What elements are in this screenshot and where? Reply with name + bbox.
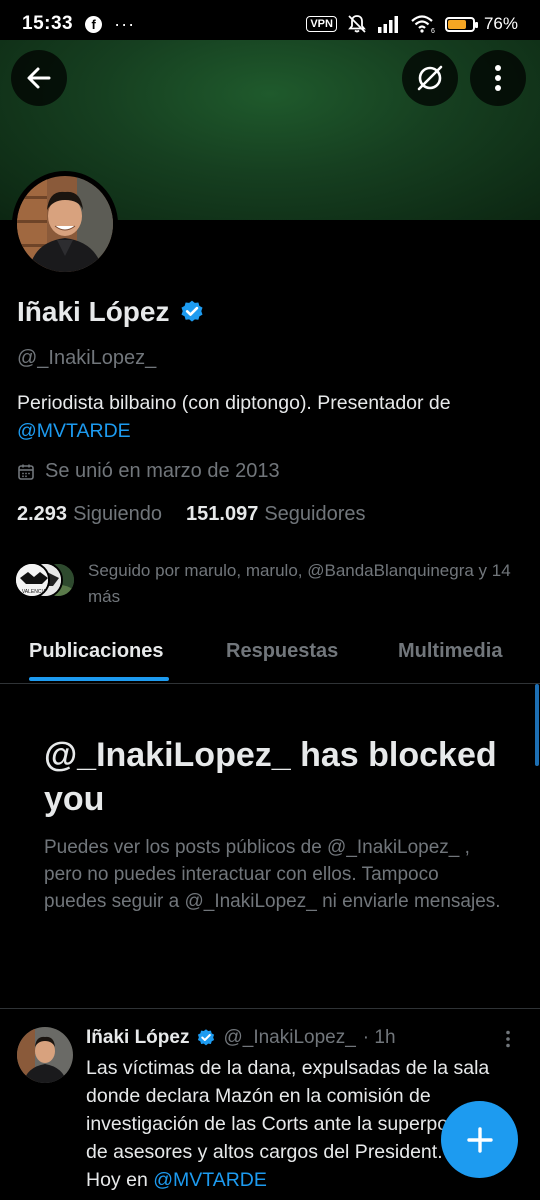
bio-mention-link[interactable]: @MVTARDE <box>17 420 131 442</box>
blocked-title: @_InakiLopez_ has blocked you <box>44 736 497 818</box>
following-count: 2.293 <box>17 503 68 525</box>
back-button[interactable] <box>11 50 67 106</box>
more-options-button[interactable] <box>470 50 526 106</box>
following-label: Siguiendo <box>73 503 163 525</box>
post-author-handle: @_InakiLopez_ <box>223 1027 356 1048</box>
post-partial-text: Hoy en <box>86 1169 154 1191</box>
post-header: Iñaki López @_InakiLopez_ · 1h <box>86 1027 396 1049</box>
battery-icon <box>444 16 478 32</box>
avatar-photo <box>17 176 113 272</box>
battery-fill <box>447 19 467 29</box>
tab-multimedia[interactable]: Multimedia <box>398 640 502 663</box>
calendar-icon <box>18 464 34 480</box>
profile-tabs: Publicaciones Respuestas Multimedia <box>0 620 540 684</box>
mute-icon <box>348 15 366 33</box>
follower-avatar: VALENCIA <box>14 562 50 598</box>
blocked-body: Puedes ver los posts públicos de @_Inaki… <box>44 837 501 912</box>
followers-link[interactable]: 151.097 Seguidores <box>186 503 365 526</box>
active-tab-indicator <box>29 677 169 681</box>
more-vertical-icon <box>506 1030 510 1048</box>
post-mention-link[interactable]: @MVTARDE <box>153 1169 267 1191</box>
facebook-notification-icon: f <box>85 15 103 33</box>
profile-avatar[interactable] <box>12 171 118 277</box>
followers-count: 151.097 <box>186 503 259 525</box>
follower-avatar-text: VALENCIA <box>22 589 47 595</box>
profile-display-name: Iñaki López <box>17 296 170 327</box>
wifi-badge: 6 <box>431 28 435 34</box>
more-notifications-icon: ··· <box>114 13 136 34</box>
post-author-avatar[interactable] <box>17 1027 73 1083</box>
profile-bio: Periodista bilbaino (con diptongo). Pres… <box>17 389 517 445</box>
verified-badge-icon <box>198 1029 215 1046</box>
post-more-button[interactable] <box>505 1030 511 1053</box>
signal-icon <box>377 16 398 33</box>
joined-text: Se unió en marzo de 2013 <box>45 460 280 482</box>
scrollbar[interactable] <box>535 684 539 766</box>
post-time: · 1h <box>362 1027 396 1048</box>
joined-date: Se unió en marzo de 2013 <box>17 460 280 483</box>
grok-button[interactable] <box>402 50 458 106</box>
followed-by-row[interactable]: VALENCIA Seguido por marulo, marulo, @Ba… <box>14 558 524 610</box>
plus-icon <box>466 1126 493 1153</box>
tab-publicaciones[interactable]: Publicaciones <box>29 640 164 663</box>
bio-text: Periodista bilbaino (con diptongo). Pres… <box>17 392 451 414</box>
verified-badge-icon[interactable] <box>179 299 205 325</box>
divider <box>0 1008 540 1009</box>
more-vertical-icon <box>495 65 501 91</box>
battery-percent: 76% <box>483 14 518 33</box>
tab-respuestas[interactable]: Respuestas <box>226 640 338 663</box>
vpn-badge: VPN <box>306 16 337 32</box>
status-time: 15:33 <box>22 13 74 34</box>
grok-icon <box>417 65 443 91</box>
profile-handle: @_InakiLopez_ <box>17 347 157 369</box>
compose-post-button[interactable] <box>441 1101 518 1178</box>
wifi-icon: 6 <box>411 15 435 34</box>
post-author-name[interactable]: Iñaki López <box>86 1027 189 1049</box>
follow-stats: 2.293 Siguiendo 151.097 Seguidores <box>17 503 366 526</box>
followed-by-text: Seguido por marulo, marulo, @BandaBlanqu… <box>88 561 511 606</box>
followed-by-avatars: VALENCIA <box>14 558 78 598</box>
followers-label: Seguidores <box>264 503 366 525</box>
post-avatar-photo <box>17 1027 73 1083</box>
arrow-left-icon <box>27 67 51 89</box>
following-link[interactable]: 2.293 Siguiendo <box>17 503 162 526</box>
profile-name-row: Iñaki López <box>17 296 205 328</box>
